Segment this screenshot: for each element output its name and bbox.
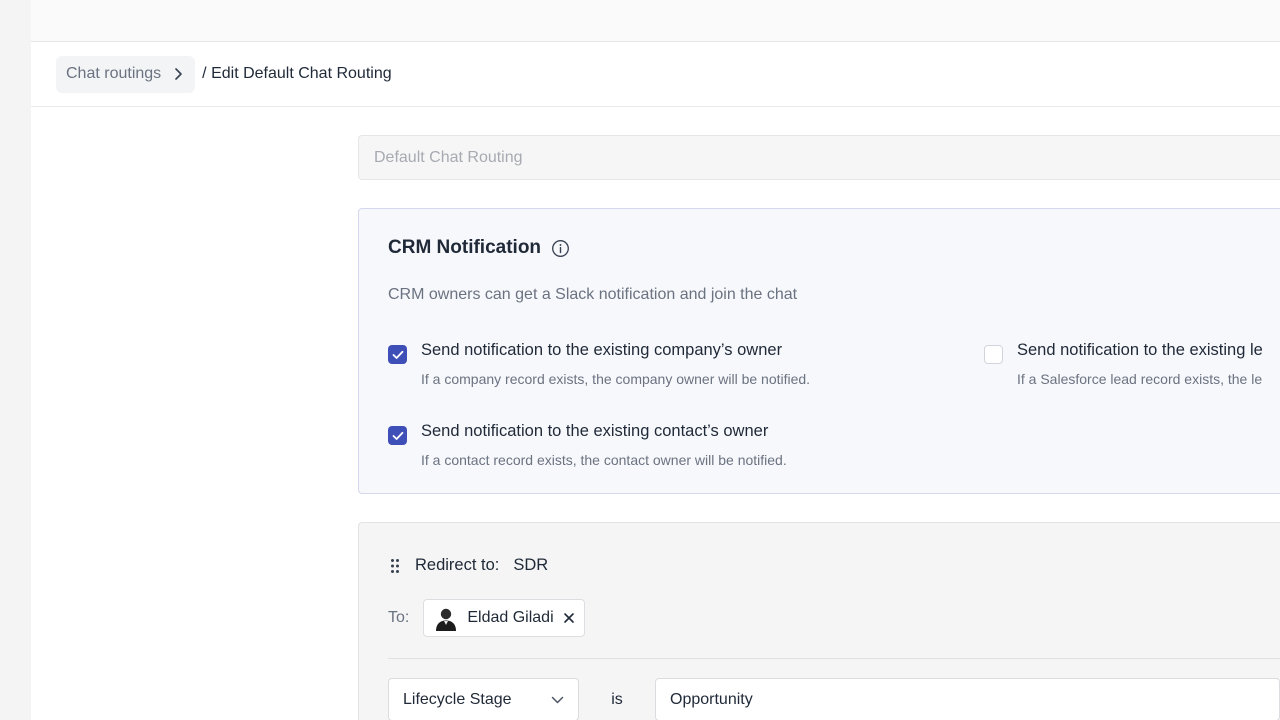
assignee-name: Eldad Giladi	[467, 609, 554, 626]
contact-owner-help: If a contact record exists, the contact …	[421, 452, 787, 468]
contact-owner-option: Send notification to the existing contac…	[388, 422, 787, 468]
close-icon[interactable]	[563, 612, 575, 624]
company-owner-help: If a company record exists, the company …	[421, 371, 811, 387]
breadcrumb-parent-label: Chat routings	[66, 65, 162, 82]
redirect-row: Redirect to: SDR	[390, 556, 548, 575]
checkmark-icon	[392, 350, 403, 359]
breadcrumb-chat-routings-link[interactable]: Chat routings	[56, 55, 196, 93]
redirect-value[interactable]: SDR	[513, 556, 548, 575]
crm-notification-description: CRM owners can get a Slack notification …	[388, 286, 798, 303]
assignee-chip[interactable]: Eldad Giladi	[423, 599, 585, 637]
info-icon[interactable]	[551, 239, 570, 258]
contact-owner-checkbox[interactable]	[388, 426, 407, 445]
app-window: Chat routings / Edit Default Chat Routin…	[31, 0, 1280, 720]
condition-operator: is	[611, 690, 623, 708]
avatar	[436, 608, 457, 631]
divider	[388, 658, 1280, 659]
to-label: To:	[388, 609, 410, 626]
routing-name-input[interactable]	[358, 135, 1280, 180]
assignee-row: To: Eldad Giladi	[388, 599, 585, 637]
lead-owner-help: If a Salesforce lead record exists, the …	[1017, 371, 1263, 387]
crm-notification-card: CRM Notification CRM owners can get a Sl…	[358, 208, 1280, 494]
company-owner-label: Send notification to the existing compan…	[421, 341, 783, 359]
drag-handle-icon[interactable]	[390, 558, 400, 574]
lead-owner-checkbox[interactable]	[984, 345, 1003, 364]
lead-owner-label: Send notification to the existing le	[1017, 341, 1263, 359]
condition-value-text: Opportunity	[670, 690, 753, 708]
crm-notification-title: CRM Notification	[388, 237, 570, 259]
page-title: / Edit Default Chat Routing	[202, 65, 392, 82]
top-bar	[31, 0, 1280, 42]
redirect-label: Redirect to:	[415, 556, 500, 574]
company-owner-checkbox[interactable]	[388, 345, 407, 364]
chevron-down-icon	[551, 696, 564, 703]
company-owner-option: Send notification to the existing compan…	[388, 341, 810, 387]
breadcrumb: Chat routings / Edit Default Chat Routin…	[31, 42, 1280, 107]
contact-owner-label: Send notification to the existing contac…	[421, 422, 769, 440]
checkmark-icon	[392, 431, 403, 440]
routing-rule-card: Redirect to: SDR To: Eldad Giladi Lifecy…	[358, 522, 1280, 720]
crm-title-text: CRM Notification	[388, 237, 542, 258]
condition-field-value: Lifecycle Stage	[403, 690, 512, 708]
condition-row: Lifecycle Stage is Opportunity	[388, 678, 1280, 720]
condition-field-select[interactable]: Lifecycle Stage	[388, 678, 579, 720]
lead-owner-option: Send notification to the existing le If …	[984, 341, 1263, 387]
condition-value-field[interactable]: Opportunity	[655, 678, 1280, 720]
chevron-right-icon	[175, 68, 182, 80]
